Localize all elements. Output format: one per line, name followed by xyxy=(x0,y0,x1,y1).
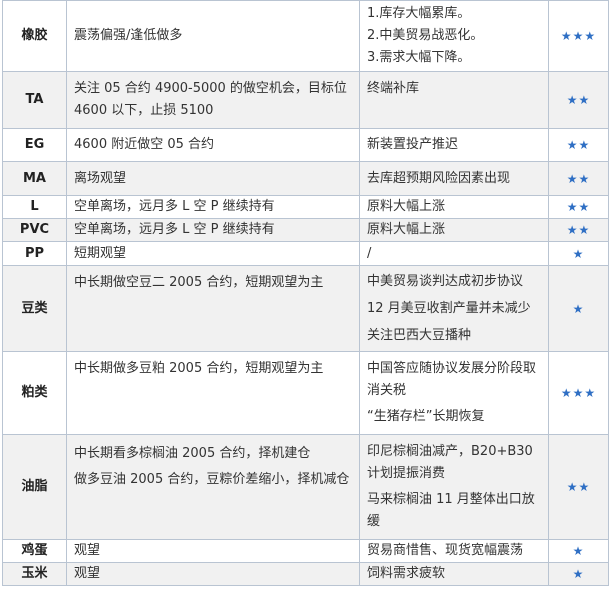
strategy-cell: 4600 附近做空 05 合约 xyxy=(66,128,360,162)
strategy-text: 中长期做空豆二 2005 合约，短期观望为主 xyxy=(74,275,324,290)
table-row: 鸡蛋 观望 贸易商惜售、现货宽幅震荡 ★ xyxy=(2,539,609,563)
logic-cell: 1.库存大幅累库。 2.中美贸易战恶化。 3.需求大幅下降。 xyxy=(359,0,549,72)
logic-text: “生猪存栏”长期恢复 xyxy=(367,409,485,424)
table-row: 豆类 中长期做空豆二 2005 合约，短期观望为主 中美贸易谈判达成初步协议 1… xyxy=(2,265,609,352)
rating-stars: ★★ xyxy=(548,71,609,129)
logic-text: 中美贸易谈判达成初步协议 xyxy=(367,274,524,289)
strategy-text: 观望 xyxy=(74,566,101,581)
strategy-text: 短期观望 xyxy=(74,245,127,261)
logic-text: 原料大幅上涨 xyxy=(367,222,446,237)
rating-stars: ★ xyxy=(548,265,609,352)
table-row: 粕类 中长期做多豆粕 2005 合约，短期观望为主 中国答应随协议发展分阶段取消… xyxy=(2,351,609,435)
table-row: TA 关注 05 合约 4900-5000 的做空机会，目标位 4600 以下，… xyxy=(2,71,609,129)
logic-cell: 终端补库 xyxy=(359,71,549,129)
logic-text: 1.库存大幅累库。 xyxy=(367,6,471,21)
strategy-cell: 中长期看多棕榈油 2005 合约，择机建仓 做多豆油 2005 合约，豆粽价差缩… xyxy=(66,434,360,540)
rating-stars: ★ xyxy=(548,539,609,563)
commodity-name: TA xyxy=(2,71,67,129)
logic-text: 饲料需求疲软 xyxy=(367,566,446,581)
strategy-text: 观望 xyxy=(74,543,101,558)
strategy-text: 中长期做多豆粕 2005 合约，短期观望为主 xyxy=(74,361,324,376)
strategy-text: 关注 05 合约 4900-5000 的做空机会，目标位 xyxy=(74,81,347,96)
table-row: MA 离场观望 去库超预期风险因素出现 ★★ xyxy=(2,161,609,196)
strategy-cell: 中长期做空豆二 2005 合约，短期观望为主 xyxy=(66,265,360,352)
rating-stars: ★ xyxy=(548,241,609,266)
commodity-name: PP xyxy=(2,241,67,266)
strategy-table: 橡胶 震荡偏强/逢低做多 1.库存大幅累库。 2.中美贸易战恶化。 3.需求大幅… xyxy=(2,0,609,586)
logic-text: 中国答应随协议发展分阶段取消关税 xyxy=(367,361,537,398)
commodity-name: PVC xyxy=(2,218,67,242)
commodity-name: 油脂 xyxy=(2,434,67,540)
commodity-name: 橡胶 xyxy=(2,0,67,72)
table-row: 油脂 中长期看多棕榈油 2005 合约，择机建仓 做多豆油 2005 合约，豆粽… xyxy=(2,434,609,540)
strategy-cell: 观望 xyxy=(66,562,360,586)
strategy-cell: 观望 xyxy=(66,539,360,563)
commodity-name: MA xyxy=(2,161,67,196)
logic-text: 原料大幅上涨 xyxy=(367,199,446,214)
strategy-text: 震荡偏强/逢低做多 xyxy=(74,28,183,43)
logic-text: 3.需求大幅下降。 xyxy=(367,50,471,65)
logic-text: 12 月美豆收割产量并未减少 xyxy=(367,301,531,316)
strategy-cell: 空单离场，远月多 L 空 P 继续持有 xyxy=(66,195,360,219)
strategy-cell: 中长期做多豆粕 2005 合约，短期观望为主 xyxy=(66,351,360,435)
logic-cell: 原料大幅上涨 xyxy=(359,218,549,242)
strategy-cell: 短期观望 xyxy=(66,241,360,266)
strategy-text: 4600 附近做空 05 合约 xyxy=(74,137,215,152)
rating-stars: ★★ xyxy=(548,161,609,196)
strategy-text: 空单离场，远月多 L 空 P 继续持有 xyxy=(74,222,275,237)
commodity-name: 豆类 xyxy=(2,265,67,352)
table-row: PVC 空单离场，远月多 L 空 P 继续持有 原料大幅上涨 ★★ xyxy=(2,218,609,242)
rating-stars: ★★★ xyxy=(548,0,609,72)
commodity-name: EG xyxy=(2,128,67,162)
logic-cell: 贸易商惜售、现货宽幅震荡 xyxy=(359,539,549,563)
strategy-cell: 离场观望 xyxy=(66,161,360,196)
strategy-text: 离场观望 xyxy=(74,170,127,186)
logic-text: 去库超预期风险因素出现 xyxy=(367,170,511,186)
logic-text: 马来棕榈油 11 月整体出口放缓 xyxy=(367,492,535,529)
strategy-text: 做多豆油 2005 合约，豆粽价差缩小，择机减仓 xyxy=(74,472,350,487)
strategy-text: 4600 以下，止损 5100 xyxy=(74,103,214,118)
logic-cell: / xyxy=(359,241,549,266)
table-row: 橡胶 震荡偏强/逢低做多 1.库存大幅累库。 2.中美贸易战恶化。 3.需求大幅… xyxy=(2,0,609,72)
logic-text: 2.中美贸易战恶化。 xyxy=(367,28,484,43)
logic-text: 贸易商惜售、现货宽幅震荡 xyxy=(367,543,524,558)
logic-cell: 去库超预期风险因素出现 xyxy=(359,161,549,196)
commodity-name: 鸡蛋 xyxy=(2,539,67,563)
logic-text: 印尼棕榈油减产，B20+B30 计划提振消费 xyxy=(367,444,533,481)
logic-cell: 新装置投产推迟 xyxy=(359,128,549,162)
commodity-name: 玉米 xyxy=(2,562,67,586)
table-row: 玉米 观望 饲料需求疲软 ★ xyxy=(2,562,609,586)
strategy-cell: 关注 05 合约 4900-5000 的做空机会，目标位 4600 以下，止损 … xyxy=(66,71,360,129)
logic-cell: 原料大幅上涨 xyxy=(359,195,549,219)
logic-cell: 中美贸易谈判达成初步协议 12 月美豆收割产量并未减少 关注巴西大豆播种 xyxy=(359,265,549,352)
rating-stars: ★★ xyxy=(548,434,609,540)
rating-stars: ★★ xyxy=(548,195,609,219)
strategy-cell: 震荡偏强/逢低做多 xyxy=(66,0,360,72)
logic-text: 新装置投产推迟 xyxy=(367,137,459,152)
strategy-text: 中长期看多棕榈油 2005 合约，择机建仓 xyxy=(74,446,311,461)
table-row: L 空单离场，远月多 L 空 P 继续持有 原料大幅上涨 ★★ xyxy=(2,195,609,219)
strategy-text: 空单离场，远月多 L 空 P 继续持有 xyxy=(74,199,275,214)
rating-stars: ★★★ xyxy=(548,351,609,435)
table-row: PP 短期观望 / ★ xyxy=(2,241,609,266)
logic-text: 关注巴西大豆播种 xyxy=(367,328,472,343)
commodity-name: 粕类 xyxy=(2,351,67,435)
table-row: EG 4600 附近做空 05 合约 新装置投产推迟 ★★ xyxy=(2,128,609,162)
logic-cell: 饲料需求疲软 xyxy=(359,562,549,586)
logic-cell: 中国答应随协议发展分阶段取消关税 “生猪存栏”长期恢复 xyxy=(359,351,549,435)
rating-stars: ★★ xyxy=(548,218,609,242)
rating-stars: ★★ xyxy=(548,128,609,162)
strategy-cell: 空单离场，远月多 L 空 P 继续持有 xyxy=(66,218,360,242)
logic-text: 终端补库 xyxy=(367,81,420,96)
logic-text: / xyxy=(367,245,372,261)
logic-cell: 印尼棕榈油减产，B20+B30 计划提振消费 马来棕榈油 11 月整体出口放缓 xyxy=(359,434,549,540)
rating-stars: ★ xyxy=(548,562,609,586)
commodity-name: L xyxy=(2,195,67,219)
